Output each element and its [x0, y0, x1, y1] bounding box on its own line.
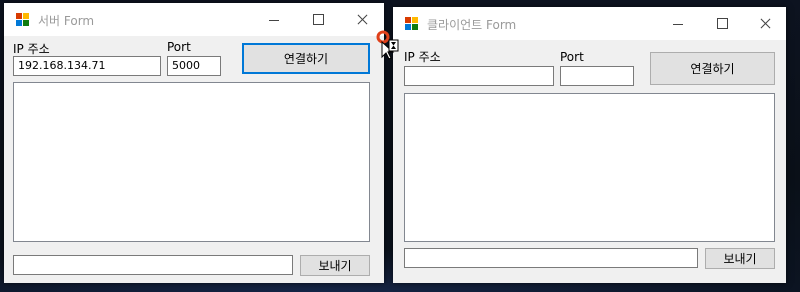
- window-title: 클라이언트 Form: [427, 18, 517, 32]
- window-title: 서버 Form: [38, 14, 95, 28]
- send-button[interactable]: 보내기: [300, 255, 370, 276]
- minimize-icon[interactable]: [252, 3, 296, 36]
- ip-label: IP 주소: [404, 50, 441, 64]
- send-button[interactable]: 보내기: [705, 248, 775, 269]
- ip-label: IP 주소: [13, 42, 50, 56]
- minimize-icon[interactable]: [656, 7, 700, 40]
- client-window: 클라이언트 Form IP 주소 Port 연결하기 보내기: [393, 7, 786, 283]
- port-label: Port: [560, 50, 584, 64]
- app-icon: [405, 17, 419, 31]
- message-input[interactable]: [13, 255, 293, 275]
- app-icon: [16, 13, 30, 27]
- connect-button[interactable]: 연결하기: [242, 43, 370, 74]
- ip-address-field[interactable]: 192.168.134.71: [13, 56, 161, 76]
- busy-cursor-icon: [376, 30, 399, 60]
- server-window: 서버 Form IP 주소 192.168.134.71 Port 5000 연…: [4, 3, 384, 283]
- message-log-list[interactable]: [13, 82, 370, 242]
- close-icon[interactable]: [743, 7, 787, 40]
- maximize-icon[interactable]: [700, 7, 744, 40]
- server-title-bar[interactable]: 서버 Form: [4, 3, 384, 36]
- maximize-icon[interactable]: [296, 3, 340, 36]
- port-label: Port: [167, 40, 191, 54]
- connect-button[interactable]: 연결하기: [650, 52, 775, 85]
- client-title-bar[interactable]: 클라이언트 Form: [393, 7, 786, 40]
- port-field[interactable]: 5000: [167, 56, 221, 76]
- port-field[interactable]: [560, 66, 634, 86]
- message-log-list[interactable]: [404, 93, 775, 242]
- message-input[interactable]: [404, 248, 698, 268]
- ip-address-field[interactable]: [404, 66, 554, 86]
